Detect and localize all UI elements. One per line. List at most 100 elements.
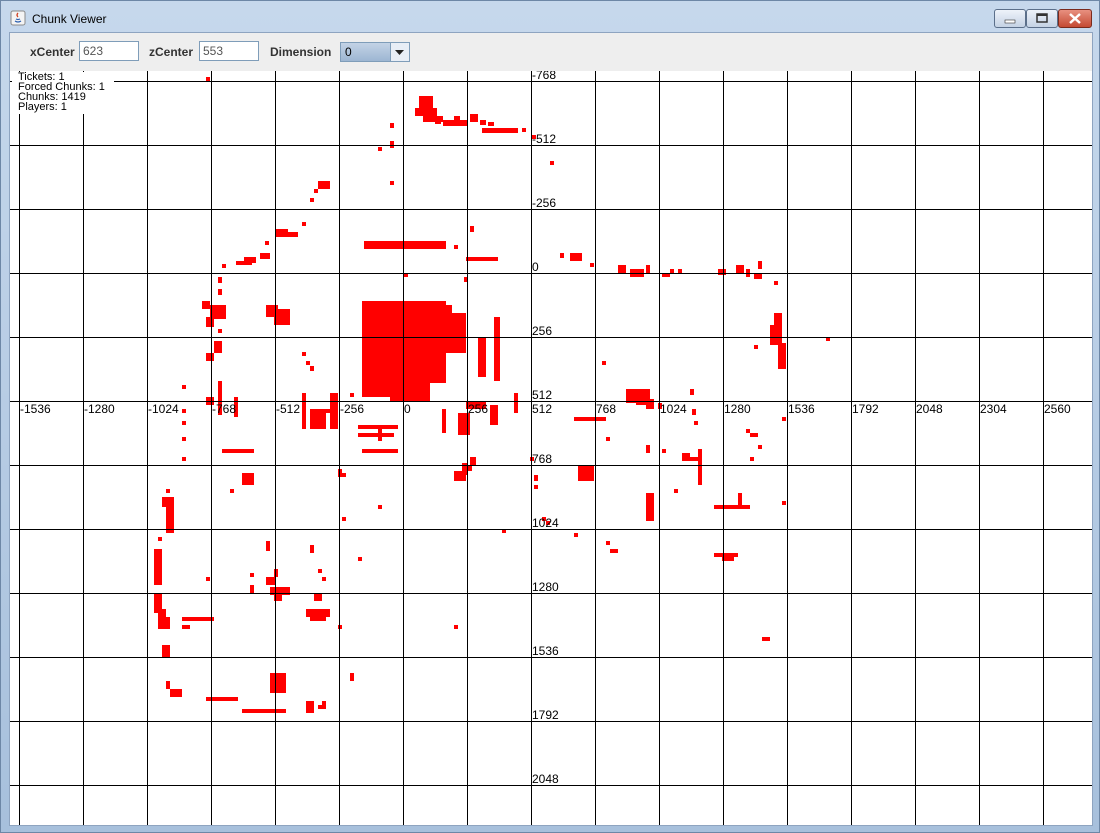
x-tick-label: 1536: [788, 402, 815, 416]
x-tick-label: -1280: [84, 402, 115, 416]
loaded-chunk-block: [162, 497, 174, 507]
minimize-button[interactable]: [994, 9, 1026, 28]
loaded-chunk-block: [242, 709, 286, 713]
maximize-button[interactable]: [1026, 9, 1058, 28]
loaded-chunk-block: [662, 449, 666, 453]
loaded-chunk-block: [342, 517, 346, 521]
loaded-chunk-block: [650, 501, 654, 521]
loaded-chunk-block: [310, 409, 326, 429]
loaded-chunk-block: [378, 505, 382, 509]
loaded-chunk-block: [166, 617, 170, 629]
loaded-chunk-block: [678, 269, 682, 273]
x-tick-label: 512: [532, 402, 553, 416]
x-tick-label: 2560: [1044, 402, 1071, 416]
loaded-chunk-block: [758, 445, 762, 449]
loaded-chunk-block: [266, 577, 276, 585]
minimize-icon: [995, 10, 1025, 27]
xcenter-label: xCenter: [30, 45, 75, 59]
loaded-chunk-block: [182, 421, 186, 425]
close-button[interactable]: [1058, 9, 1092, 28]
loaded-chunk-block: [302, 222, 306, 226]
loaded-chunk-block: [218, 289, 222, 295]
x-tick-label: -256: [340, 402, 365, 416]
loaded-chunk-block: [646, 445, 650, 453]
x-tick-label: 1024: [660, 402, 687, 416]
xcenter-input[interactable]: 623: [79, 41, 139, 61]
x-tick-label: 1280: [724, 402, 751, 416]
loaded-chunk-block: [778, 343, 786, 369]
loaded-chunk-block: [322, 577, 326, 581]
loaded-chunk-block: [378, 425, 382, 441]
x-tick-label: 0: [404, 402, 411, 416]
loaded-chunk-block: [578, 465, 594, 481]
chunk-map-canvas[interactable]: -1536 -1280 -1024 -768 -512 -256 0 256 512 768 102…: [10, 71, 1092, 825]
loaded-chunk-block: [286, 232, 298, 237]
zcenter-input[interactable]: 553: [199, 41, 259, 61]
loaded-chunk-block: [470, 457, 476, 465]
loaded-chunk-block: [694, 421, 698, 425]
loaded-chunk-block: [490, 405, 498, 425]
loaded-chunk-block: [442, 409, 446, 433]
loaded-chunk-block: [318, 569, 322, 573]
loaded-chunk-block: [774, 281, 778, 285]
loaded-chunk-block: [310, 366, 314, 371]
x-tick-label: -1536: [20, 402, 51, 416]
loaded-chunk-block: [306, 609, 330, 617]
loaded-chunk-block: [670, 269, 674, 273]
z-tick-label: 512: [532, 388, 553, 402]
z-tick-label: 768: [532, 452, 553, 466]
loaded-chunk-block: [266, 541, 270, 551]
z-tick-label: 0: [532, 260, 539, 274]
loaded-chunk-block: [158, 609, 166, 629]
loaded-chunk-block: [222, 264, 226, 268]
loaded-chunk-block: [750, 457, 754, 461]
loaded-chunk-block: [162, 645, 170, 657]
chunk-layer: [154, 77, 830, 713]
loaded-chunk-block: [574, 417, 606, 421]
loaded-chunk-block: [154, 549, 162, 585]
maximize-icon: [1027, 10, 1057, 27]
loaded-chunk-block: [415, 108, 437, 116]
loaded-chunk-block: [302, 352, 306, 356]
loaded-chunk-block: [488, 122, 494, 126]
loaded-chunk-block: [714, 505, 750, 509]
loaded-chunk-block: [454, 116, 460, 122]
loaded-chunk-block: [606, 437, 610, 441]
loaded-chunk-block: [698, 449, 702, 485]
loaded-chunk-block: [218, 329, 222, 333]
loaded-chunk-block: [182, 409, 186, 413]
close-icon: [1059, 10, 1091, 27]
title-bar[interactable]: Chunk Viewer: [1, 1, 1099, 32]
loaded-chunk-block: [166, 681, 170, 689]
x-tick-label: 2304: [980, 402, 1007, 416]
x-tick-label: -768: [212, 402, 237, 416]
loaded-chunk-block: [265, 241, 269, 245]
loaded-chunk-block: [310, 198, 314, 202]
loaded-chunk-block: [206, 317, 214, 327]
dimension-value: 0: [345, 45, 352, 59]
z-tick-label: 1536: [532, 644, 559, 658]
loaded-chunk-block: [466, 257, 498, 261]
loaded-chunk-block: [690, 389, 694, 395]
loaded-chunk-block: [750, 433, 758, 437]
loaded-chunk-block: [314, 189, 318, 193]
loaded-chunk-block: [762, 637, 770, 641]
loaded-chunk-block: [494, 317, 500, 381]
loaded-chunk-block: [390, 123, 394, 128]
content-pane: xCenter 623 zCenter 553 Dimension 0 -153…: [9, 32, 1093, 826]
stats-overlay: Tickets: 1 Forced Chunks: 1 Chunks: 1419…: [12, 72, 114, 114]
loaded-chunk-block: [534, 475, 538, 481]
dimension-select[interactable]: 0: [340, 42, 410, 62]
dimension-label: Dimension: [270, 45, 332, 59]
loaded-chunk-block: [206, 77, 210, 81]
chevron-down-icon[interactable]: [390, 43, 409, 61]
loaded-chunk-block: [362, 449, 398, 453]
loaded-chunk-block: [462, 317, 466, 333]
loaded-chunk-block: [322, 701, 326, 709]
loaded-chunk-block: [182, 385, 186, 389]
loaded-chunk-block: [534, 485, 538, 489]
chunk-viewer-window: Chunk Viewer xCenter 623 zCenter 553 Dim…: [0, 0, 1100, 833]
z-tick-label: 1280: [532, 580, 559, 594]
players-count: Players: 1: [18, 101, 67, 113]
loaded-chunk-block: [318, 181, 330, 189]
